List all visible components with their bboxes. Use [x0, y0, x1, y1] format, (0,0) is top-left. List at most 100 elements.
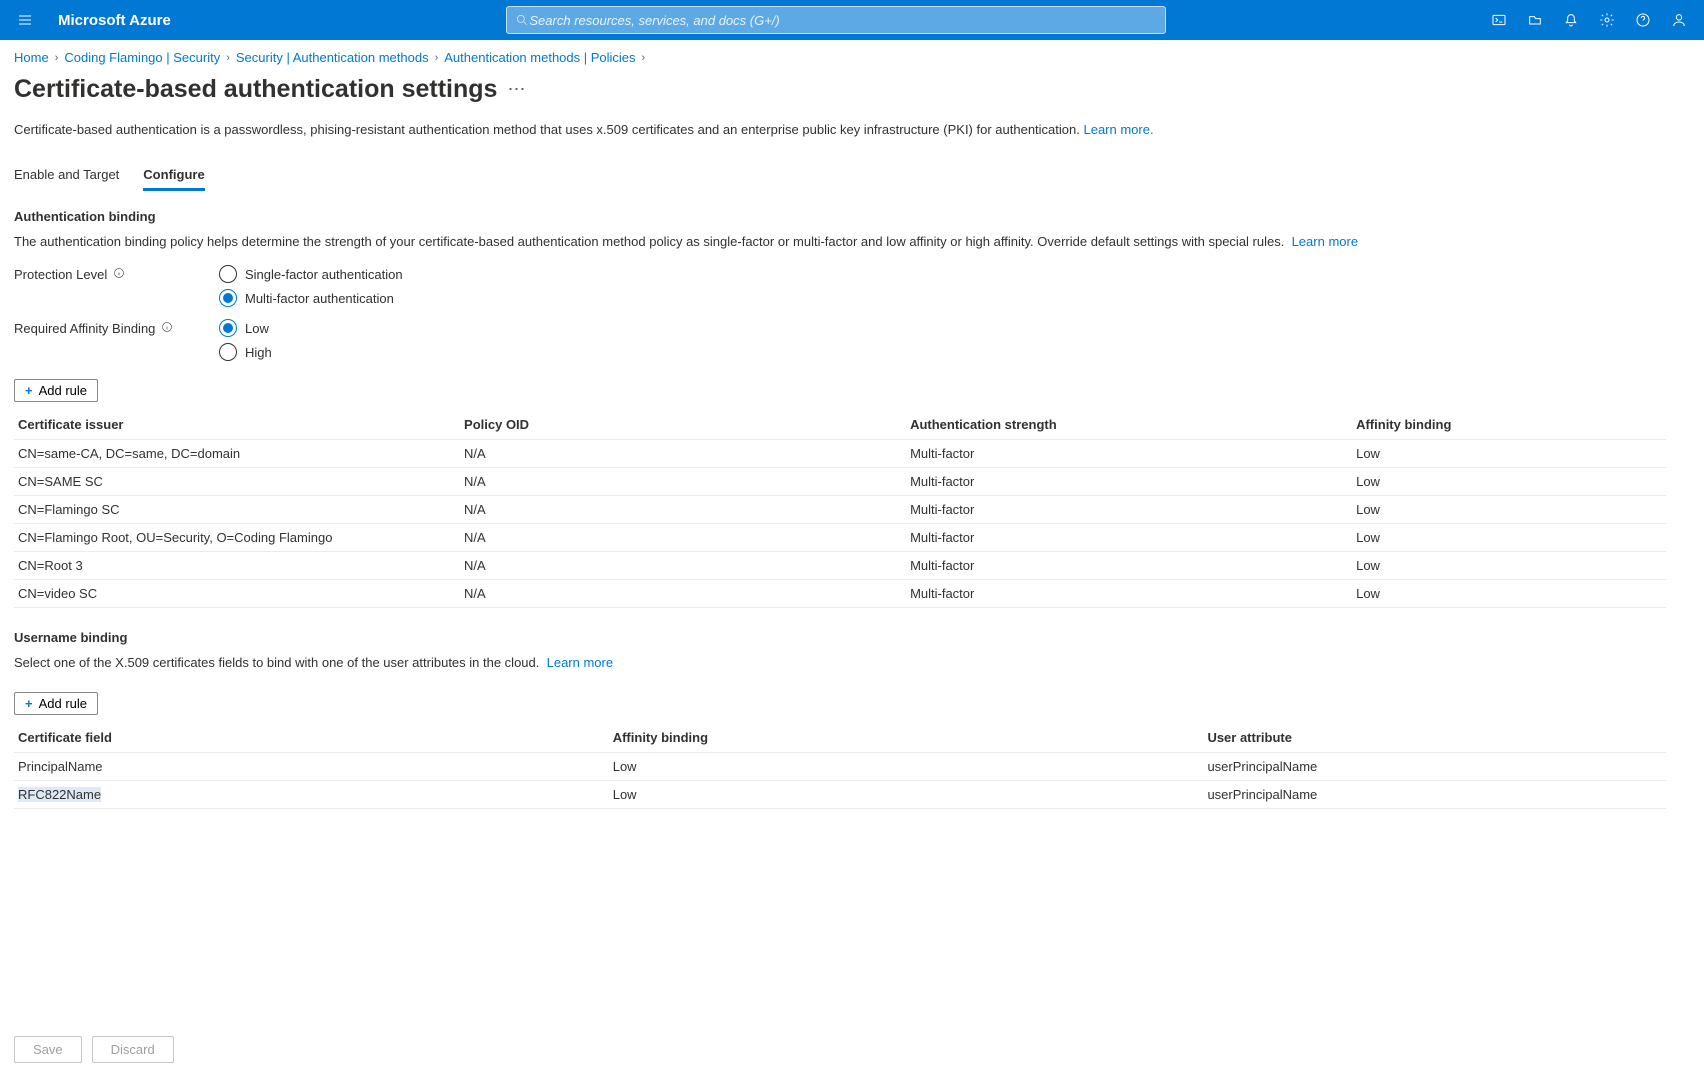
col-affinity-binding[interactable]: Affinity binding [1352, 410, 1666, 440]
search-input[interactable] [529, 13, 1157, 28]
chevron-right-icon: › [55, 52, 59, 64]
plus-icon: + [25, 696, 33, 711]
menu-icon[interactable] [8, 0, 42, 40]
settings-icon[interactable] [1590, 0, 1624, 40]
chevron-right-icon: › [226, 52, 230, 64]
cell-affinity: Low [1352, 496, 1666, 524]
auth-binding-learn-more[interactable]: Learn more [1292, 234, 1358, 249]
auth-binding-desc: The authentication binding policy helps … [14, 234, 1666, 249]
notifications-icon[interactable] [1554, 0, 1588, 40]
table-row[interactable]: CN=video SCN/AMulti-factorLow [14, 580, 1666, 608]
add-auth-rule-button[interactable]: + Add rule [14, 379, 98, 402]
cell-affinity: Low [1352, 580, 1666, 608]
affinity-binding-options: Low High [219, 319, 272, 361]
col-user-attribute[interactable]: User attribute [1203, 723, 1666, 753]
feedback-icon[interactable] [1662, 0, 1696, 40]
directory-icon[interactable] [1518, 0, 1552, 40]
cell-attr: userPrincipalName [1203, 781, 1666, 809]
col-policy-oid[interactable]: Policy OID [460, 410, 906, 440]
breadcrumb: Home › Coding Flamingo | Security › Secu… [0, 40, 1704, 71]
protection-level-label: Protection Level [14, 265, 219, 282]
more-icon[interactable]: ⋯ [507, 79, 525, 100]
plus-icon: + [25, 383, 33, 398]
add-rule-label: Add rule [39, 696, 87, 711]
col-affinity-binding[interactable]: Affinity binding [609, 723, 1204, 753]
breadcrumb-item[interactable]: Coding Flamingo | Security [64, 50, 220, 65]
table-header-row: Certificate issuer Policy OID Authentica… [14, 410, 1666, 440]
cloud-shell-icon[interactable] [1482, 0, 1516, 40]
title-row: Certificate-based authentication setting… [0, 71, 1704, 122]
table-row[interactable]: PrincipalNameLowuserPrincipalName [14, 753, 1666, 781]
protection-level-options: Single-factor authentication Multi-facto… [219, 265, 403, 307]
cell-issuer: CN=same-CA, DC=same, DC=domain [14, 440, 460, 468]
protection-multi-factor-label: Multi-factor authentication [245, 291, 394, 306]
radio-icon [219, 265, 237, 283]
radio-checked-icon [219, 319, 237, 337]
protection-single-factor-label: Single-factor authentication [245, 267, 403, 282]
table-header-row: Certificate field Affinity binding User … [14, 723, 1666, 753]
affinity-binding-row: Required Affinity Binding Low High [14, 319, 1666, 361]
cell-affinity: Low [609, 781, 1204, 809]
affinity-low-label: Low [245, 321, 269, 336]
cell-strength: Multi-factor [906, 468, 1352, 496]
username-binding-table: Certificate field Affinity binding User … [14, 723, 1666, 809]
cell-issuer: CN=Flamingo SC [14, 496, 460, 524]
cell-strength: Multi-factor [906, 440, 1352, 468]
topbar: Microsoft Azure [0, 0, 1704, 40]
username-binding-desc: Select one of the X.509 certificates fie… [14, 655, 1666, 670]
cell-field: RFC822Name [14, 781, 609, 809]
radio-checked-icon [219, 289, 237, 307]
breadcrumb-item[interactable]: Home [14, 50, 49, 65]
cell-strength: Multi-factor [906, 580, 1352, 608]
protection-multi-factor-radio[interactable]: Multi-factor authentication [219, 289, 403, 307]
intro-body: Certificate-based authentication is a pa… [14, 122, 1080, 137]
cell-oid: N/A [460, 552, 906, 580]
topbar-icons [1482, 0, 1696, 40]
cell-affinity: Low [1352, 524, 1666, 552]
table-row[interactable]: CN=Flamingo SCN/AMulti-factorLow [14, 496, 1666, 524]
tab-enable-and-target[interactable]: Enable and Target [14, 161, 119, 191]
affinity-high-label: High [245, 345, 272, 360]
chevron-right-icon: › [435, 52, 439, 64]
add-user-rule-button[interactable]: + Add rule [14, 692, 98, 715]
table-row[interactable]: CN=Root 3N/AMulti-factorLow [14, 552, 1666, 580]
cell-oid: N/A [460, 468, 906, 496]
breadcrumb-item[interactable]: Security | Authentication methods [236, 50, 429, 65]
affinity-low-radio[interactable]: Low [219, 319, 272, 337]
col-certificate-issuer[interactable]: Certificate issuer [14, 410, 460, 440]
breadcrumb-item[interactable]: Authentication methods | Policies [444, 50, 635, 65]
table-row[interactable]: CN=Flamingo Root, OU=Security, O=Coding … [14, 524, 1666, 552]
table-row[interactable]: CN=same-CA, DC=same, DC=domainN/AMulti-f… [14, 440, 1666, 468]
protection-level-text: Protection Level [14, 267, 107, 282]
table-row[interactable]: RFC822NameLowuserPrincipalName [14, 781, 1666, 809]
cell-oid: N/A [460, 580, 906, 608]
radio-icon [219, 343, 237, 361]
cell-attr: userPrincipalName [1203, 753, 1666, 781]
global-search[interactable] [506, 6, 1166, 34]
affinity-high-radio[interactable]: High [219, 343, 272, 361]
info-icon[interactable] [113, 267, 125, 282]
table-row[interactable]: CN=SAME SCN/AMulti-factorLow [14, 468, 1666, 496]
content: Certificate-based authentication is a pa… [0, 122, 1680, 879]
cell-issuer: CN=SAME SC [14, 468, 460, 496]
brand-label: Microsoft Azure [58, 12, 171, 29]
learn-more-link[interactable]: Learn more. [1083, 122, 1153, 137]
protection-level-row: Protection Level Single-factor authentic… [14, 265, 1666, 307]
cell-affinity: Low [1352, 552, 1666, 580]
discard-button[interactable]: Discard [92, 1036, 174, 1063]
cell-issuer: CN=Root 3 [14, 552, 460, 580]
affinity-binding-text: Required Affinity Binding [14, 321, 155, 336]
username-binding-heading: Username binding [14, 630, 1666, 645]
col-certificate-field[interactable]: Certificate field [14, 723, 609, 753]
chevron-right-icon: › [642, 52, 646, 64]
protection-single-factor-radio[interactable]: Single-factor authentication [219, 265, 403, 283]
username-binding-learn-more[interactable]: Learn more [547, 655, 613, 670]
info-icon[interactable] [161, 321, 173, 336]
help-icon[interactable] [1626, 0, 1660, 40]
save-button[interactable]: Save [14, 1036, 82, 1063]
affinity-binding-label: Required Affinity Binding [14, 319, 219, 336]
col-auth-strength[interactable]: Authentication strength [906, 410, 1352, 440]
tabs: Enable and Target Configure [14, 161, 1666, 191]
tab-configure[interactable]: Configure [143, 161, 204, 191]
cell-strength: Multi-factor [906, 552, 1352, 580]
